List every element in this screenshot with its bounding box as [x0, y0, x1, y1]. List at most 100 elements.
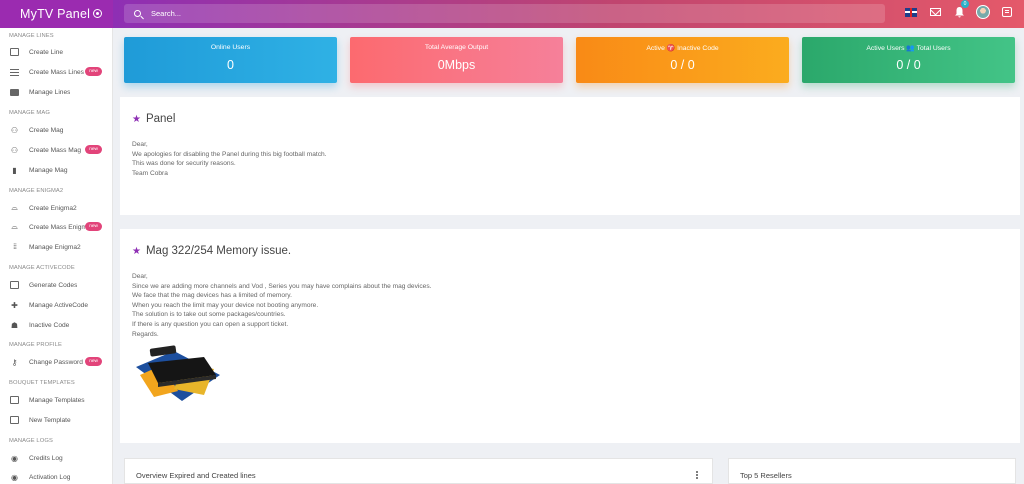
monitor-icon: [10, 48, 19, 56]
notification-bell-icon[interactable]: 0: [952, 0, 969, 19]
router-icon: ⚇: [10, 145, 19, 155]
sidebar: MANAGE LINES Create Line Create Mass Lin…: [0, 28, 113, 484]
stat-value: 0: [227, 58, 234, 72]
announcement-line: Dear,: [132, 273, 148, 280]
announcement-line: We apologies for disabling the Panel dur…: [132, 150, 327, 158]
kebab-menu-icon[interactable]: [696, 471, 698, 473]
sidebar-section-title: BOUQUET TEMPLATES: [9, 380, 75, 386]
app-title: MyTV Panel: [20, 7, 91, 21]
sidebar-item-label: Manage Mag: [29, 166, 68, 174]
new-badge: new: [85, 357, 102, 366]
sidebar-item-change-password[interactable]: ⚷ Change Password new: [0, 354, 112, 370]
table-icon: [10, 88, 19, 96]
sidebar-toggle-icon[interactable]: [93, 9, 102, 18]
sidebar-item-manage-templates[interactable]: Manage Templates: [0, 392, 112, 408]
sidebar-section-title: MANAGE PROFILE: [9, 342, 62, 348]
sidebar-item-create-mass-lines[interactable]: Create Mass Lines new: [0, 64, 112, 80]
stat-value: 0 / 0: [670, 58, 695, 72]
stat-active-inactive-code: Active ♈ Inactive Code 0 / 0: [576, 37, 789, 83]
sidebar-item-label: Create Mass Enigma2: [29, 223, 89, 231]
card-title: Overview Expired and Created lines: [136, 471, 256, 480]
sidebar-item-label: Inactive Code: [29, 321, 70, 329]
stat-total-average-output: Total Average Output 0Mbps: [350, 37, 563, 83]
announcement-title-text: Mag 322/254 Memory issue.: [145, 245, 292, 257]
announcement-line: This was done for security reasons.: [132, 160, 236, 168]
sidebar-item-new-template[interactable]: New Template: [0, 412, 112, 428]
sidebar-section-title: MANAGE ACTIVECODE: [9, 265, 75, 271]
sidebar-item-label: Manage Enigma2: [29, 243, 81, 251]
sidebar-item-label: Create Mass Lines: [29, 68, 84, 76]
sidebar-item-create-mass-enigma2[interactable]: ⌓ Create Mass Enigma2 new: [0, 219, 112, 235]
eye-icon: ◉: [11, 472, 18, 482]
sidebar-item-label: Create Line: [29, 48, 64, 56]
sidebar-item-create-mass-mag[interactable]: ⚇ Create Mass Mag new: [0, 142, 112, 158]
right-panel-icon[interactable]: [1000, 5, 1014, 19]
new-badge: new: [85, 222, 102, 231]
announcement-line: The solution is to take out some package…: [132, 311, 286, 319]
sidebar-section-title: MANAGE LINES: [9, 33, 54, 39]
sidebar-item-label: New Template: [29, 416, 71, 424]
template-icon: [10, 396, 19, 404]
brand[interactable]: MyTV Panel: [0, 0, 113, 28]
sidebar-item-label: Manage ActiveCode: [29, 301, 89, 309]
star-icon: ★: [132, 245, 141, 257]
star-icon: ★: [132, 113, 141, 125]
stat-active-total-users: Active Users 👥 Total Users 0 / 0: [802, 37, 1015, 83]
stat-value: 0Mbps: [437, 58, 476, 72]
search-icon: [134, 10, 141, 17]
sidebar-item-inactive-code[interactable]: ☗ Inactive Code: [0, 317, 112, 333]
grid-icon: [10, 243, 19, 251]
sidebar-item-manage-enigma2[interactable]: Manage Enigma2: [0, 239, 112, 255]
mag-device-image: [136, 345, 220, 401]
language-flag-icon[interactable]: [904, 5, 918, 19]
sidebar-item-credits-log[interactable]: ◉ Credits Log: [0, 450, 112, 466]
joystick-icon: ✚: [11, 300, 18, 310]
sidebar-item-manage-lines[interactable]: Manage Lines: [0, 84, 112, 100]
monitor-code-icon: [10, 281, 19, 289]
announcement-line: When you reach the limit may your device…: [132, 301, 319, 309]
sidebar-item-label: Create Mass Mag: [29, 146, 82, 154]
sidebar-item-create-line[interactable]: Create Line: [0, 44, 112, 60]
sidebar-item-generate-codes[interactable]: Generate Codes: [0, 277, 112, 293]
sidebar-item-create-mag[interactable]: ⚇ Create Mag: [0, 122, 112, 138]
sidebar-item-label: Activation Log: [29, 473, 71, 481]
topbar-icons: 0: [904, 0, 1024, 19]
sidebar-item-label: Credits Log: [29, 454, 63, 462]
announcement-panel: ★ Panel Dear, We apologies for disabling…: [120, 97, 1020, 215]
satellite-box-icon: ⌓: [11, 203, 18, 212]
sidebar-item-label: Manage Templates: [29, 396, 85, 404]
announcement-panel-mag: ★ Mag 322/254 Memory issue. Dear, Since …: [120, 229, 1020, 443]
stat-title: Online Users: [210, 44, 251, 51]
announcement-body: Dear, Since we are adding more channels …: [132, 272, 431, 339]
search-input[interactable]: [151, 9, 751, 18]
announcement-line: Since we are adding more channels and Vo…: [132, 282, 432, 290]
stat-title: Active ♈ Inactive Code: [646, 45, 719, 52]
sidebar-item-create-enigma2[interactable]: ⌓ Create Enigma2: [0, 200, 112, 216]
announcement-title-text: Panel: [145, 113, 176, 125]
sidebar-section-title: MANAGE ENIGMA2: [9, 188, 64, 194]
search-box[interactable]: [124, 4, 885, 23]
sidebar-item-activation-log[interactable]: ◉ Activation Log: [0, 469, 112, 484]
avatar[interactable]: [976, 5, 990, 19]
announcement-title: ★ Mag 322/254 Memory issue.: [132, 245, 291, 257]
stat-online-users: Online Users 0: [124, 37, 337, 83]
device-icon: ▮: [12, 165, 17, 175]
sidebar-item-label: Change Password: [29, 358, 83, 366]
announcement-title: ★ Panel: [132, 113, 175, 125]
sidebar-item-label: Manage Lines: [29, 88, 71, 96]
announcement-line: We face that the mag devices has a limit…: [132, 292, 292, 300]
sidebar-section-title: MANAGE LOGS: [9, 438, 53, 444]
sidebar-item-manage-activecode[interactable]: ✚ Manage ActiveCode: [0, 297, 112, 313]
satellite-box-icon: ⌓: [11, 222, 18, 231]
card-title: Top 5 Resellers: [740, 471, 792, 480]
notification-count: 0: [961, 0, 969, 8]
sidebar-item-label: Generate Codes: [29, 281, 78, 289]
mail-icon[interactable]: [928, 5, 942, 19]
announcement-line: Team Cobra: [132, 169, 168, 177]
top-resellers-card: Top 5 Resellers: [728, 458, 1016, 484]
stat-title: Active Users 👥 Total Users: [866, 45, 951, 52]
eye-icon: ◉: [11, 453, 18, 463]
list-icon: [10, 68, 19, 76]
sidebar-item-manage-mag[interactable]: ▮ Manage Mag: [0, 162, 112, 178]
robot-icon: ☗: [10, 320, 19, 330]
